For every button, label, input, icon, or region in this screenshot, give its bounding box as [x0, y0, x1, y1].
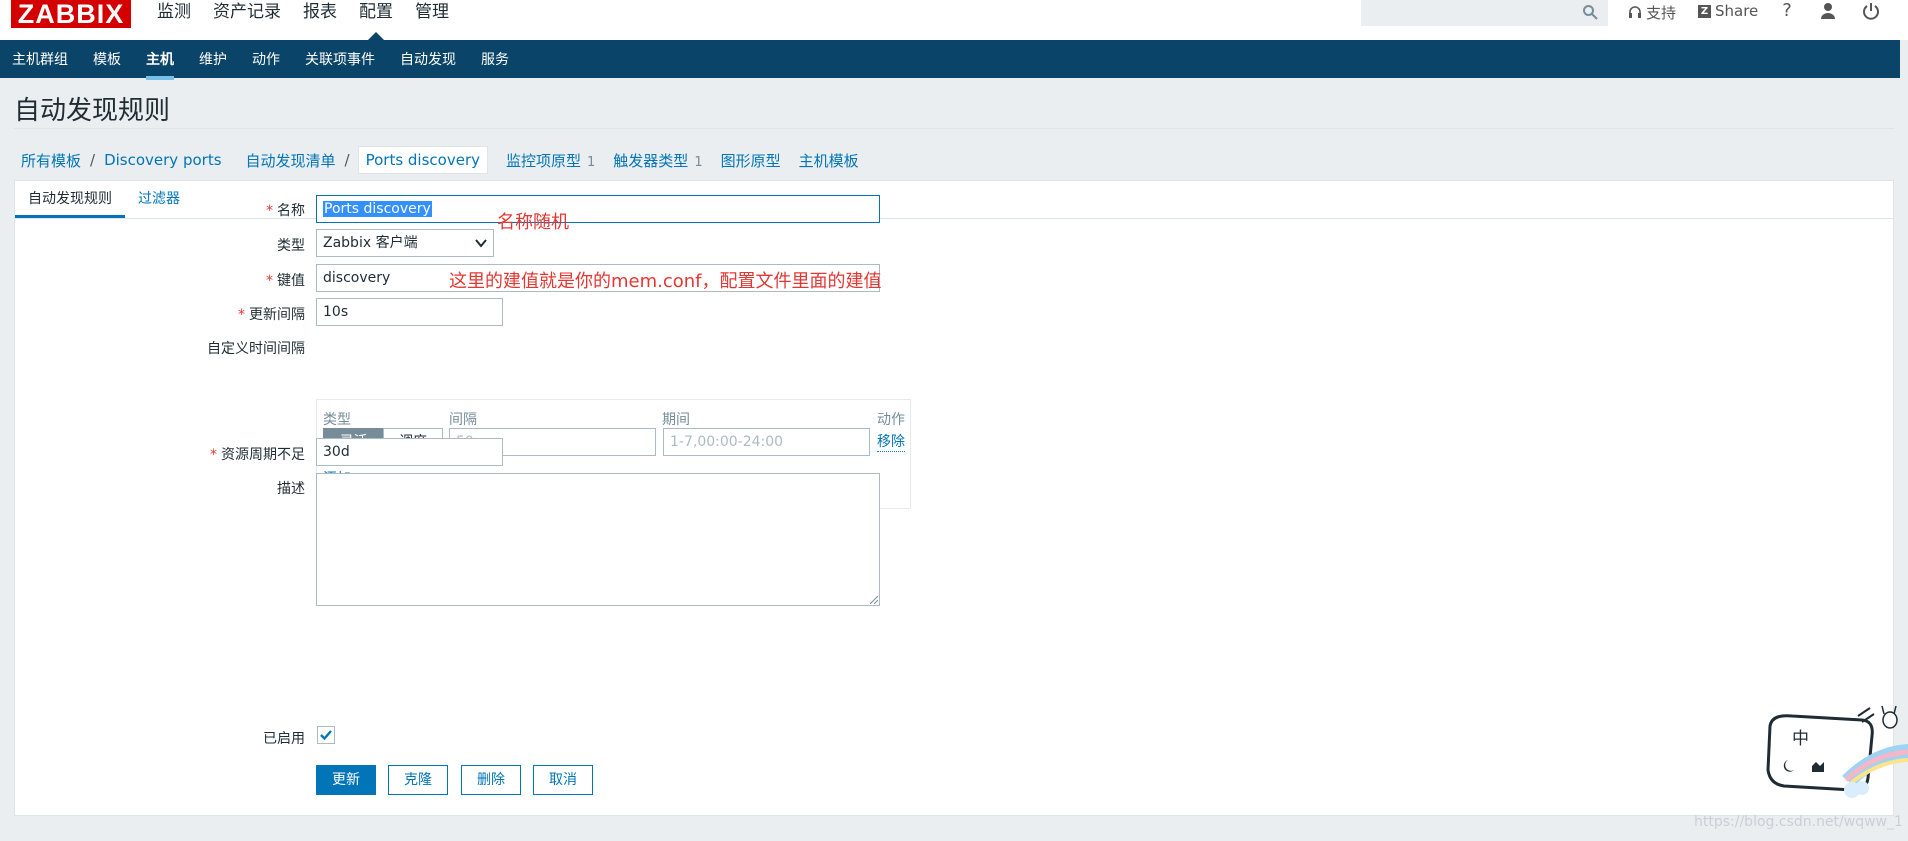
checkmark-icon [320, 730, 332, 741]
period-input[interactable]: 1-7,00:00-24:00 [663, 428, 870, 456]
sub-menu-event-correlation[interactable]: 关联项事件 [305, 49, 375, 69]
page-title: 自动发现规则 [14, 96, 171, 126]
support-label: 支持 [1646, 4, 1677, 22]
key-label: * 键值 [266, 270, 305, 290]
sub-menu: 主机群组 模板 主机 维护 动作 关联项事件 自动发现 服务 [12, 40, 534, 80]
watermark: https://blog.csdn.net/wqww_1 [1694, 814, 1903, 830]
sub-menu-templates[interactable]: 模板 [93, 49, 121, 69]
title-divider [14, 128, 1894, 129]
tab-trigger-prototypes[interactable]: 触发器类型 1 [613, 150, 702, 171]
col-action-header: 动作 [877, 412, 905, 428]
tab-trigger-prototypes-label: 触发器类型 [613, 151, 689, 170]
breadcrumb-all-templates[interactable]: 所有模板 [21, 150, 81, 171]
tab-graph-prototypes[interactable]: 图形原型 [721, 150, 781, 171]
type-select[interactable]: Zabbix 客户端 [316, 229, 494, 257]
clone-button[interactable]: 克隆 [388, 765, 448, 795]
breadcrumb-separator: / [90, 151, 96, 169]
sub-menu-hosts[interactable]: 主机 [146, 49, 174, 80]
input-method-mascot-icon[interactable]: 中 [1762, 706, 1908, 798]
enabled-label: 已启用 [263, 731, 305, 747]
required-asterisk: * [266, 273, 273, 289]
share-z-icon: Z [1698, 4, 1711, 18]
update-interval-label-text: 更新间隔 [249, 307, 305, 323]
col-type-header: 类型 [323, 412, 351, 428]
form-tabs: 自动发现规则 过滤器 [15, 181, 193, 218]
form-panel: 自动发现规则 过滤器 * 名称 Ports discovery 名称随机 类型 Z… [14, 180, 1894, 816]
top-menu-monitoring[interactable]: 监测 [157, 0, 191, 24]
breadcrumb: 所有模板 / Discovery ports 自动发现清单 / Ports di… [21, 146, 859, 174]
key-label-text: 键值 [277, 273, 305, 289]
top-menu: 监测 资产记录 报表 配置 管理 [157, 0, 471, 40]
chevron-down-icon [475, 239, 487, 248]
tab-item-prototypes-label: 监控项原型 [506, 151, 582, 170]
name-input[interactable]: Ports discovery [316, 195, 880, 223]
type-label: 类型 [277, 238, 305, 254]
key-annotation: 这里的建值就是你的mem.conf，配置文件里面的建值 [449, 271, 882, 292]
search-input[interactable] [1361, 0, 1608, 26]
description-label: 描述 [277, 481, 305, 497]
power-icon[interactable] [1861, 1, 1881, 21]
delete-button[interactable]: 删除 [461, 765, 521, 795]
breadcrumb-discovery-list[interactable]: 自动发现清单 [246, 150, 336, 171]
share-label: Share [1715, 2, 1759, 20]
item-prototypes-count: 1 [587, 154, 596, 170]
search-icon[interactable] [1582, 4, 1598, 20]
remove-link[interactable]: 移除 [877, 433, 905, 452]
update-button[interactable]: 更新 [316, 765, 376, 795]
top-menu-reports[interactable]: 报表 [303, 0, 337, 24]
name-input-value: Ports discovery [323, 201, 432, 217]
headset-icon [1629, 5, 1641, 18]
help-icon[interactable]: ? [1777, 1, 1797, 21]
lifetime-input[interactable]: 30d [316, 438, 503, 466]
tab-host-prototypes[interactable]: 主机模板 [799, 150, 859, 171]
name-label-text: 名称 [277, 203, 305, 219]
update-interval-input[interactable]: 10s [316, 298, 503, 326]
required-asterisk: * [210, 447, 217, 463]
breadcrumb-template[interactable]: Discovery ports [104, 151, 221, 169]
sub-menu-bar: 主机群组 模板 主机 维护 动作 关联项事件 自动发现 服务 [0, 40, 1900, 80]
resize-handle-icon[interactable] [870, 596, 878, 604]
custom-intervals-label: 自定义时间间隔 [207, 341, 305, 357]
col-period-header: 期间 [662, 412, 690, 428]
zabbix-logo[interactable]: ZABBIX [11, 0, 131, 28]
user-icon[interactable] [1818, 1, 1838, 21]
col-interval-header: 间隔 [449, 412, 477, 428]
description-textarea[interactable] [316, 473, 880, 606]
type-select-value: Zabbix 客户端 [323, 235, 418, 251]
top-menu-inventory[interactable]: 资产记录 [213, 0, 281, 24]
trigger-prototypes-count: 1 [694, 154, 703, 170]
enabled-checkbox[interactable] [317, 726, 335, 744]
share-link[interactable]: Z Share [1698, 2, 1758, 20]
tab-item-prototypes[interactable]: 监控项原型 1 [506, 150, 595, 171]
tab-discovery-rule[interactable]: 自动发现规则 [15, 181, 125, 218]
sub-menu-maintenance[interactable]: 维护 [199, 49, 227, 69]
breadcrumb-current-rule[interactable]: Ports discovery [357, 146, 488, 174]
sub-menu-host-groups[interactable]: 主机群组 [12, 49, 68, 69]
lifetime-label-text: 资源周期不足 [221, 447, 305, 463]
sub-menu-services[interactable]: 服务 [481, 49, 509, 69]
breadcrumb-separator: / [344, 151, 350, 169]
required-asterisk: * [266, 203, 273, 219]
sub-menu-discovery[interactable]: 自动发现 [400, 49, 456, 69]
top-bar: ZABBIX 监测 资产记录 报表 配置 管理 支持 Z Share ? [0, 0, 1908, 40]
cancel-button[interactable]: 取消 [533, 765, 593, 795]
name-label: * 名称 [266, 200, 305, 220]
top-menu-configuration[interactable]: 配置 [359, 0, 393, 40]
update-interval-label: * 更新间隔 [238, 304, 305, 324]
top-menu-administration[interactable]: 管理 [415, 0, 449, 24]
support-link[interactable]: 支持 [1628, 2, 1676, 23]
name-annotation: 名称随机 [497, 212, 569, 233]
lifetime-label: * 资源周期不足 [210, 444, 305, 464]
sub-menu-actions[interactable]: 动作 [252, 49, 280, 69]
required-asterisk: * [238, 307, 245, 323]
mascot-glyph: 中 [1792, 729, 1809, 749]
tab-filters[interactable]: 过滤器 [125, 181, 193, 218]
